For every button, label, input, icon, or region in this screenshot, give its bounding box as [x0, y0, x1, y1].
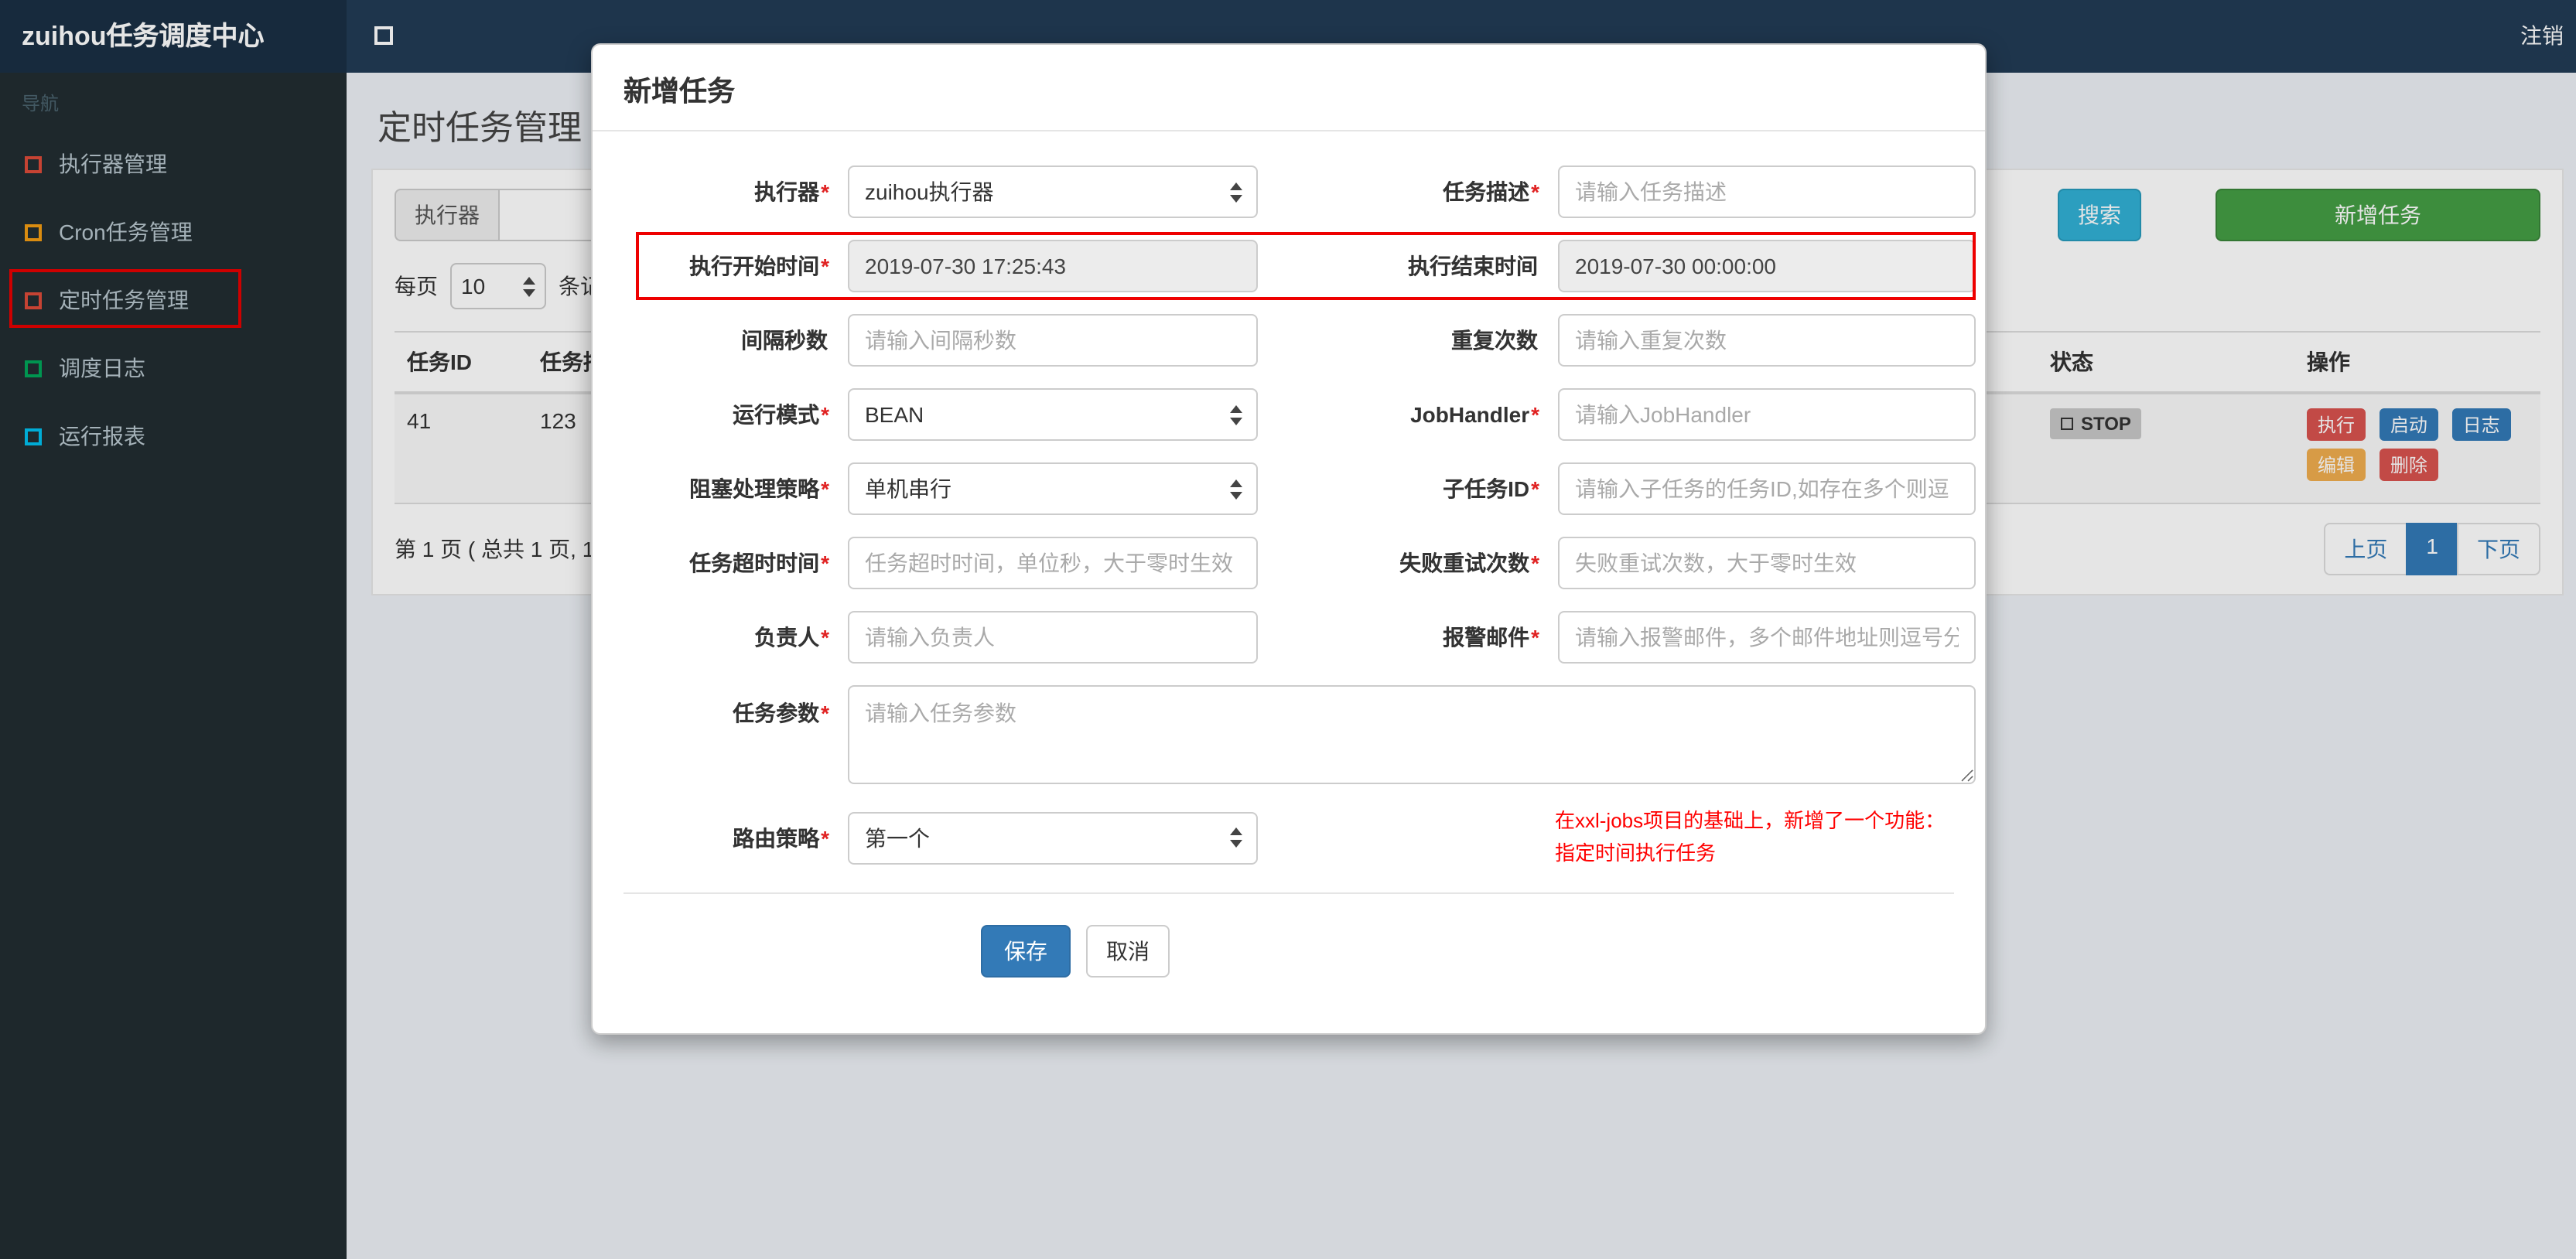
- modal-body: 执行器* zuihou执行器 任务描述* 执行开始时间* 2019-07-30 …: [593, 131, 1985, 1032]
- retry-input[interactable]: [1558, 537, 1976, 589]
- form-row-time-range: 执行开始时间 * 2019-07-30 17:25:43 执行结束时间 2019-…: [605, 232, 1976, 300]
- job-param-textarea[interactable]: [848, 685, 1976, 784]
- form-row-block-childjob: 阻塞处理策略 * 单机串行 子任务ID *: [605, 462, 1976, 515]
- start-time-label: 执行开始时间 *: [689, 254, 829, 278]
- select-caret-icon: [1230, 827, 1242, 848]
- repeat-label: 重复次数: [1451, 328, 1538, 353]
- alarm-email-label: 报警邮件 *: [1443, 625, 1539, 650]
- select-caret-icon: [1230, 182, 1242, 202]
- form-row-job-param: 任务参数 *: [605, 685, 1976, 784]
- end-time-input[interactable]: 2019-07-30 00:00:00: [1558, 240, 1976, 292]
- form-row-timeout-retry: 任务超时时间* 失败重试次数*: [605, 537, 1976, 589]
- feature-note-text: 在xxl-jobs项目的基础上，新增了一个功能： 指定时间执行任务: [1555, 809, 1946, 865]
- select-caret-icon: [1230, 479, 1242, 499]
- form-row-owner-email: 负责人* 报警邮件*: [605, 611, 1976, 664]
- repeat-input[interactable]: [1558, 314, 1976, 367]
- interval-label: 间隔秒数: [741, 328, 828, 353]
- route-strategy-select[interactable]: 第一个: [848, 811, 1258, 865]
- start-time-input[interactable]: 2019-07-30 17:25:43: [848, 240, 1258, 292]
- executor-label: 执行器 *: [754, 179, 829, 204]
- executor-select[interactable]: zuihou执行器: [848, 165, 1258, 218]
- form-row-gluetype-handler: 运行模式 * BEAN JobHandler *: [605, 388, 1976, 441]
- interval-input[interactable]: [848, 314, 1258, 367]
- save-button[interactable]: 保存: [981, 924, 1071, 978]
- timeout-input[interactable]: [848, 537, 1258, 589]
- block-strategy-select[interactable]: 单机串行: [848, 462, 1258, 515]
- job-desc-input[interactable]: [1558, 165, 1976, 218]
- block-strategy-label: 阻塞处理策略 *: [689, 476, 829, 501]
- form-row-interval-repeat: 间隔秒数 重复次数: [605, 314, 1976, 367]
- job-desc-label: 任务描述 *: [1443, 179, 1539, 204]
- select-caret-icon: [1230, 404, 1242, 425]
- owner-label: 负责人 *: [754, 625, 829, 650]
- child-job-label: 子任务ID *: [1443, 476, 1539, 501]
- glue-type-select[interactable]: BEAN: [848, 388, 1258, 441]
- add-task-modal: 新增任务 执行器* zuihou执行器 任务描述* 执行开始时间* 2019-0…: [591, 43, 1987, 1035]
- owner-input[interactable]: [848, 611, 1258, 664]
- cancel-button[interactable]: 取消: [1086, 924, 1170, 978]
- glue-type-label: 运行模式 *: [733, 402, 829, 427]
- job-handler-input[interactable]: [1558, 388, 1976, 441]
- retry-label: 失败重试次数 *: [1399, 551, 1539, 575]
- modal-title: 新增任务: [624, 76, 735, 107]
- child-job-input[interactable]: [1558, 462, 1976, 515]
- alarm-email-input[interactable]: [1558, 611, 1976, 664]
- form-row-executor-desc: 执行器 * zuihou执行器 任务描述 *: [605, 165, 1976, 218]
- app-viewport: zuihou任务调度中心 注销 导航 执行器管理 Cron任务管理 定时任务管理…: [0, 0, 2576, 1259]
- job-param-label: 任务参数 *: [733, 701, 829, 725]
- modal-footer: 保存 取消: [605, 893, 1973, 1023]
- modal-header: 新增任务: [593, 45, 1985, 131]
- job-handler-label: JobHandler *: [1410, 402, 1539, 427]
- route-strategy-label: 路由策略 *: [733, 825, 829, 851]
- form-row-route-strategy: 路由策略 * 第一个 在xxl-jobs项目的基础上，新增了一个功能： 指定时间执…: [605, 806, 1973, 870]
- end-time-label: 执行结束时间: [1408, 254, 1538, 278]
- timeout-label: 任务超时时间 *: [689, 551, 829, 575]
